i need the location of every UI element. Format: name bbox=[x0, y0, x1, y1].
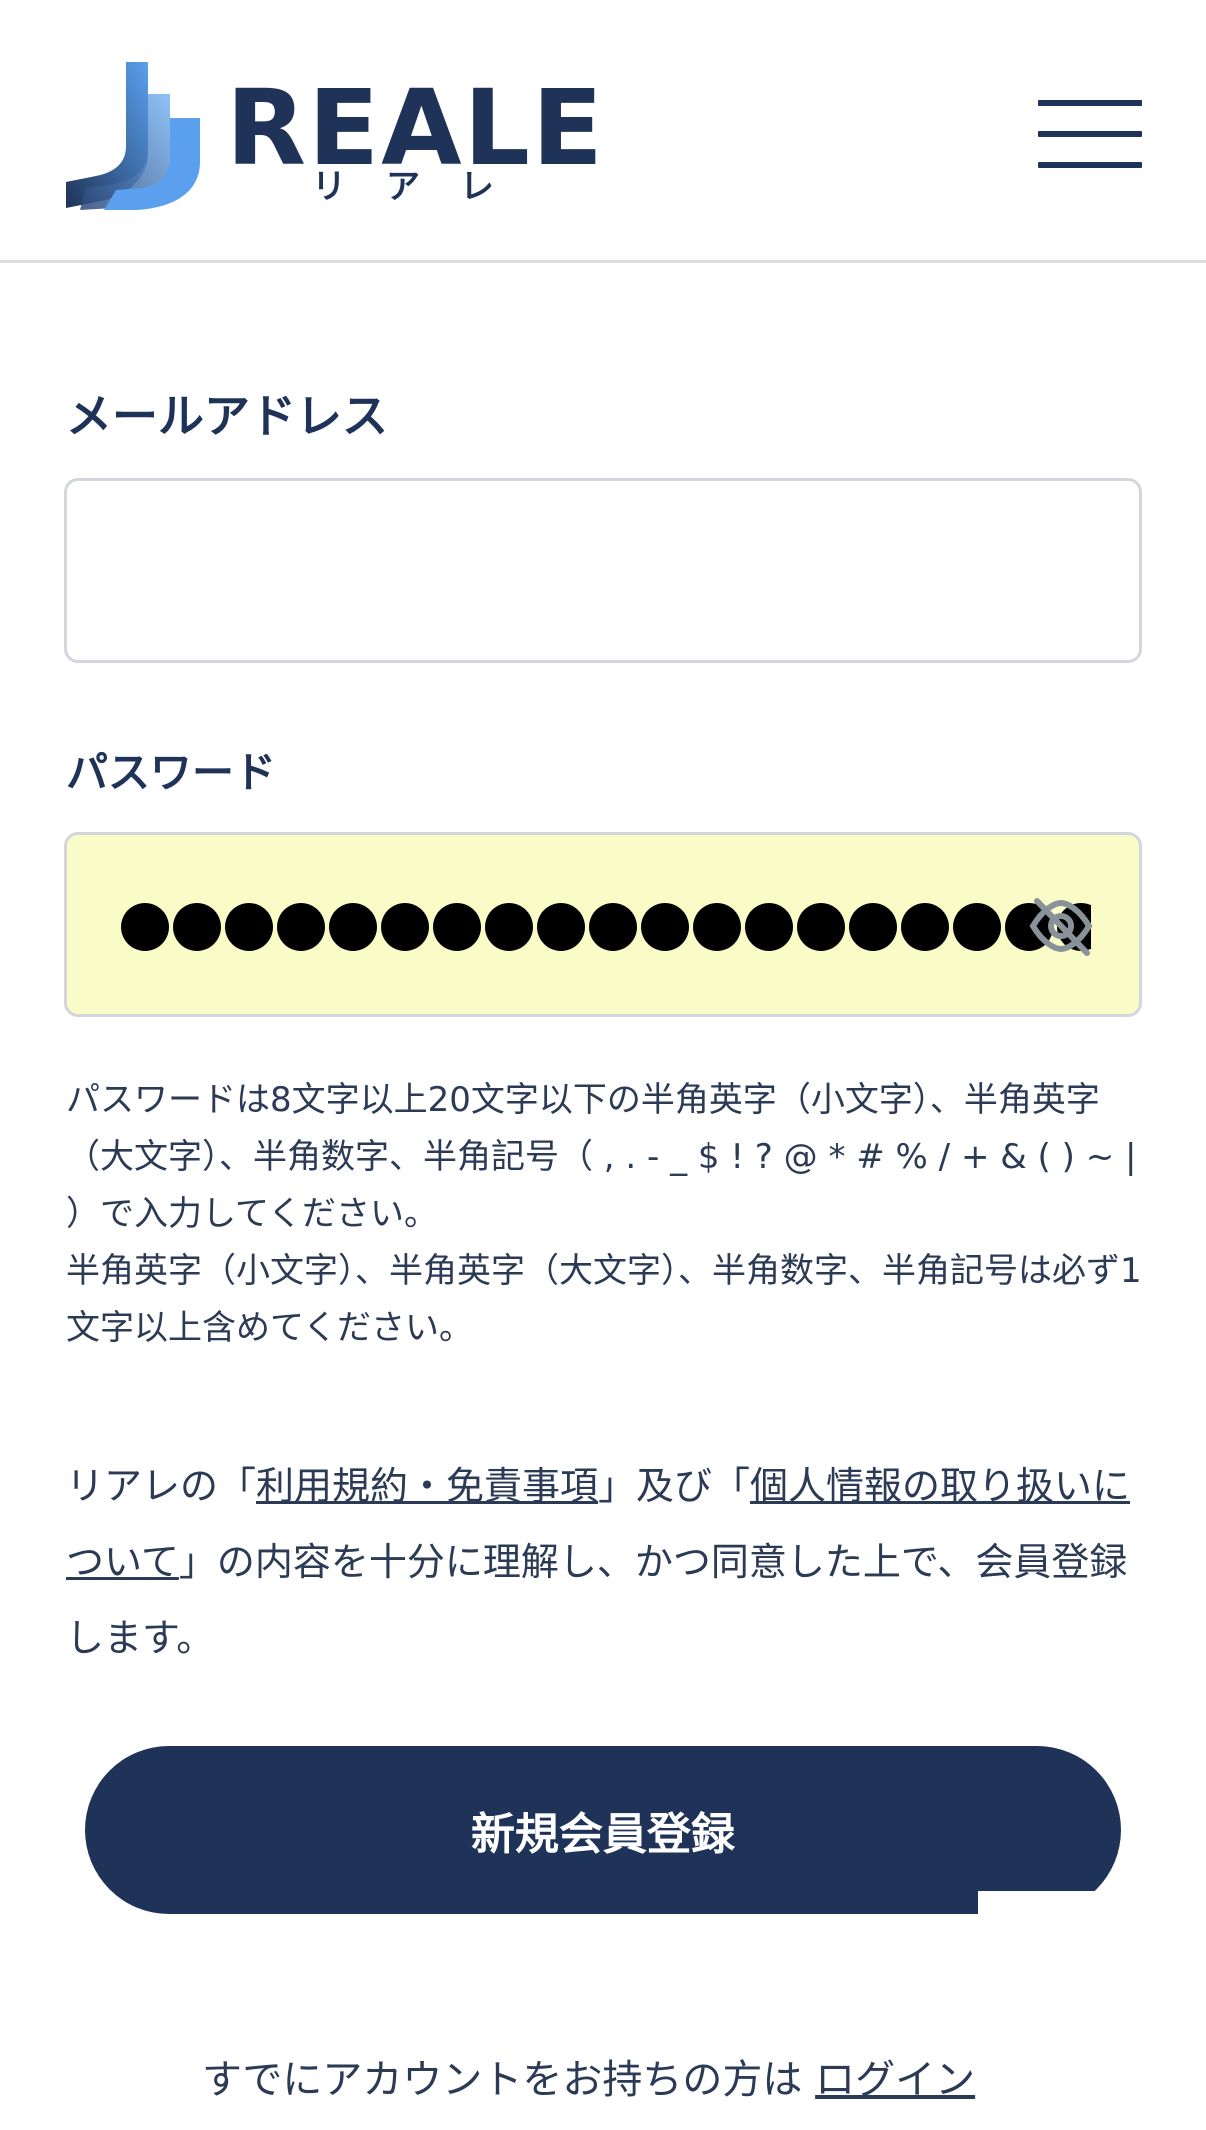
password-dot bbox=[953, 903, 1001, 951]
password-dot bbox=[797, 903, 845, 951]
agreement-prefix: リアレの「 bbox=[66, 1464, 257, 1508]
password-dot bbox=[901, 903, 949, 951]
password-dot bbox=[381, 903, 429, 951]
menu-bar-middle bbox=[1038, 131, 1142, 137]
password-dot bbox=[745, 903, 793, 951]
password-dot bbox=[537, 903, 585, 951]
password-dot bbox=[277, 903, 325, 951]
overlay-mask bbox=[978, 1891, 1148, 1931]
reale-logo[interactable]: REALE リアレ bbox=[66, 58, 603, 218]
password-masked-value bbox=[121, 887, 1091, 967]
agreement-text: リアレの「利用規約・免責事項」及び「個人情報の取り扱いについて」の内容を十分に理… bbox=[66, 1448, 1156, 1676]
logo-mark-icon bbox=[66, 62, 200, 210]
eye-slash-icon[interactable] bbox=[1027, 895, 1095, 957]
email-label: メールアドレス bbox=[66, 389, 388, 443]
agreement-middle: 」及び「 bbox=[598, 1464, 751, 1508]
register-button[interactable]: 新規会員登録 bbox=[85, 1746, 1121, 1914]
menu-bar-top bbox=[1038, 100, 1142, 106]
logo-wordmark: REALE bbox=[226, 67, 605, 189]
password-dot bbox=[849, 903, 897, 951]
terms-link[interactable]: 利用規約・免責事項 bbox=[256, 1464, 598, 1508]
register-button-label: 新規会員登録 bbox=[471, 1809, 735, 1860]
password-label: パスワード bbox=[66, 748, 277, 797]
password-input[interactable] bbox=[64, 832, 1142, 1017]
app-header: REALE リアレ bbox=[0, 0, 1206, 263]
password-dot bbox=[433, 903, 481, 951]
logo-subtext: リアレ bbox=[312, 167, 534, 207]
password-dot bbox=[173, 903, 221, 951]
menu-bar-bottom bbox=[1038, 162, 1142, 168]
password-dot bbox=[641, 903, 689, 951]
password-help-line2: 半角英字（小文字）、半角英字（大文字）、半角数字、半角記号は必ず1文字以上含めて… bbox=[66, 1251, 1142, 1348]
password-dot bbox=[589, 903, 637, 951]
login-prompt: すでにアカウントをお持ちの方は ログイン bbox=[202, 2050, 980, 2110]
password-dot bbox=[485, 903, 533, 951]
hamburger-menu-icon[interactable] bbox=[1038, 100, 1142, 168]
password-dot bbox=[225, 903, 273, 951]
password-help-line1: パスワードは8文字以上20文字以下の半角英字（小文字）、半角英字（大文字）、半角… bbox=[66, 1080, 1137, 1234]
email-input[interactable] bbox=[64, 478, 1142, 663]
agreement-suffix: 」の内容を十分に理解し、かつ同意した上で、会員登録します。 bbox=[66, 1540, 1128, 1660]
login-prompt-text: すでにアカウントをお持ちの方は bbox=[202, 2057, 816, 2103]
password-requirements: パスワードは8文字以上20文字以下の半角英字（小文字）、半角英字（大文字）、半角… bbox=[66, 1072, 1146, 1357]
password-dot bbox=[121, 903, 169, 951]
password-dot bbox=[693, 903, 741, 951]
password-dot bbox=[329, 903, 377, 951]
login-link[interactable]: ログイン bbox=[815, 2057, 975, 2103]
